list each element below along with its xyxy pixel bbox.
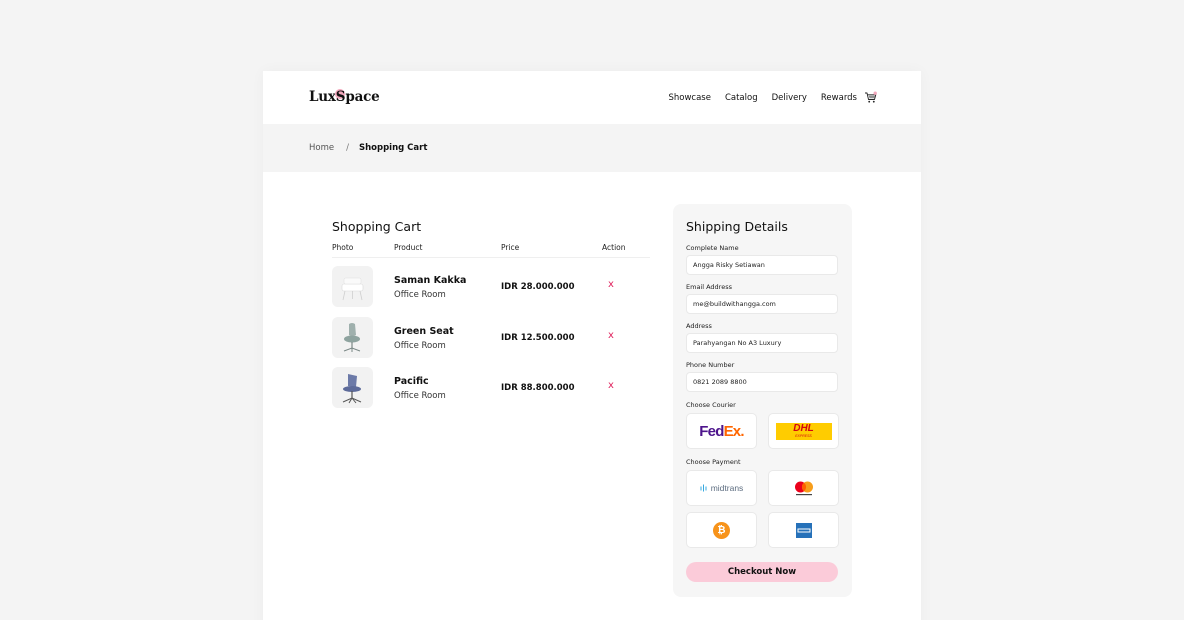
checkout-button[interactable]: Checkout Now [686,562,838,582]
product-photo [332,266,373,307]
address-label: Address [686,322,712,330]
amex-icon [795,522,812,538]
email-label: Email Address [686,283,732,291]
product-category: Office Room [394,341,446,351]
green-chair-image [343,323,361,352]
nav-delivery[interactable]: Delivery [772,93,807,103]
phone-label: Phone Number [686,361,735,369]
nav-catalog[interactable]: Catalog [725,93,758,103]
address-field[interactable]: Parahyangan No A3 Luxury [686,333,838,353]
mastercard-icon [794,481,813,496]
white-chair-image [341,277,364,301]
name-label: Complete Name [686,244,739,252]
cart-row: Saman Kakka Office Room IDR 28.000.000 x [332,266,650,308]
payment-mastercard-option[interactable] [768,470,839,506]
column-photo: Photo [332,243,354,252]
payment-amex-option[interactable] [768,512,839,548]
nav-showcase[interactable]: Showcase [668,93,710,103]
product-price: IDR 12.500.000 [501,333,575,343]
product-name: Pacific [394,376,429,387]
shipping-panel: Shipping Details Complete Name Angga Ris… [673,204,852,597]
remove-item-button[interactable]: x [608,279,614,290]
product-category: Office Room [394,391,446,401]
payment-midtrans-option[interactable]: midtrans [686,470,757,506]
brand-part-3: pace [345,89,380,105]
remove-item-button[interactable]: x [608,380,614,391]
product-name: Saman Kakka [394,275,467,286]
breadcrumb-current: Shopping Cart [358,143,428,153]
product-price: IDR 28.000.000 [501,282,575,292]
midtrans-icon [700,484,707,492]
top-header: Lux Space Showcase Catalog Delivery Rewar… [263,71,921,124]
email-field[interactable]: me@buildwithangga.com [686,294,838,314]
column-price: Price [501,243,520,252]
page-card: Lux Space Showcase Catalog Delivery Rewar… [263,71,921,620]
brand-part-1: Lux [309,89,336,105]
blue-chair-image [342,374,362,404]
name-field[interactable]: Angga Risky Setiawan [686,255,838,275]
product-photo [332,367,373,408]
product-photo [332,317,373,358]
main-nav: Showcase Catalog Delivery Rewards [654,91,877,104]
cart-row: Pacific Office Room IDR 88.800.000 x [332,367,650,409]
column-product: Product [394,243,423,252]
midtrans-logo: midtrans [700,483,743,493]
product-name: Green Seat [394,326,454,337]
column-action: Action [602,243,626,252]
phone-field[interactable]: 0821 2089 8800 [686,372,838,392]
nav-rewards[interactable]: Rewards [821,93,857,103]
shipping-title: Shipping Details [686,219,788,234]
product-price: IDR 88.800.000 [501,383,575,393]
breadcrumb-separator: / [346,143,349,153]
column-divider [332,257,650,258]
bitcoin-icon: ₿ [713,521,730,539]
product-category: Office Room [394,290,446,300]
courier-fedex-option[interactable]: FedEx. [686,413,757,449]
payment-label: Choose Payment [686,458,741,466]
brand-accent-letter: S [334,89,346,105]
cart-row: Green Seat Office Room IDR 12.500.000 x [332,317,650,359]
breadcrumb-home[interactable]: Home [309,143,334,153]
cart-icon[interactable] [864,91,877,104]
courier-dhl-option[interactable]: DHL EXPRESS [768,413,839,449]
breadcrumb: Home / Shopping Cart [309,143,427,153]
dhl-logo: DHL EXPRESS [775,422,832,440]
payment-bitcoin-option[interactable]: ₿ [686,512,757,548]
courier-label: Choose Courier [686,401,736,409]
remove-item-button[interactable]: x [608,330,614,341]
brand-logo[interactable]: Lux Space [309,89,380,105]
cart-title: Shopping Cart [332,219,422,234]
fedex-logo: FedEx. [699,422,744,440]
breadcrumb-bar: Home / Shopping Cart [263,124,921,172]
